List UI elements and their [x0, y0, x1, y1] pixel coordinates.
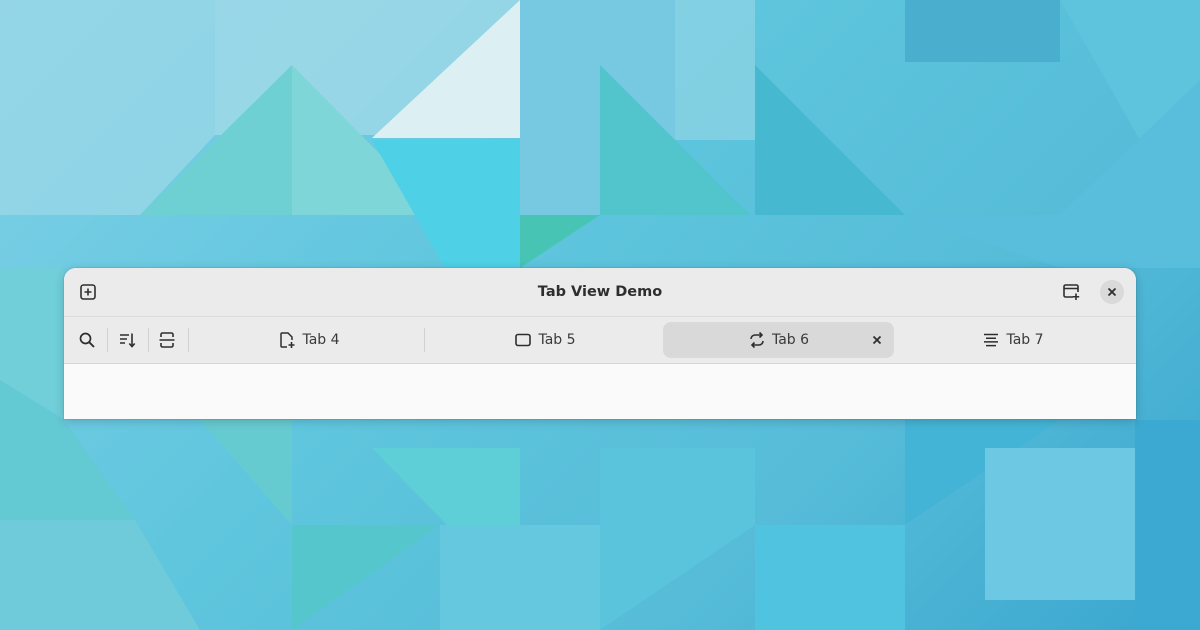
- tab-separator: [424, 328, 425, 352]
- tab-label: Tab 4: [302, 332, 340, 348]
- app-window: Tab View Demo Tab 4 Tab 5 Tab 6 Tab 7: [64, 268, 1136, 419]
- desktop-wallpaper: Tab View Demo Tab 4 Tab 5 Tab 6 Tab 7: [0, 0, 1200, 630]
- tab-bar: Tab 4 Tab 5 Tab 6 Tab 7: [64, 317, 1136, 364]
- text-justify-icon: [982, 331, 1000, 349]
- tab-label: Tab 5: [538, 332, 576, 348]
- tab-new-icon: [80, 284, 96, 300]
- tab-6[interactable]: Tab 6: [663, 322, 894, 358]
- sort-descending-icon: [120, 333, 136, 348]
- new-tab-button[interactable]: [74, 278, 102, 306]
- toolbar-separator: [107, 328, 108, 352]
- tab-close-button[interactable]: [868, 331, 886, 349]
- document-new-icon: [278, 331, 296, 349]
- tab-overview-button[interactable]: [152, 325, 182, 355]
- tab-5[interactable]: Tab 5: [430, 322, 660, 358]
- close-icon: [1107, 287, 1117, 297]
- close-icon: [872, 335, 882, 345]
- search-icon: [79, 332, 95, 348]
- toolbar-separator: [188, 328, 189, 352]
- refresh-icon: [748, 331, 766, 349]
- tab-content-area: [64, 364, 1136, 419]
- tab-label: Tab 7: [1006, 332, 1044, 348]
- search-tabs-button[interactable]: [72, 325, 102, 355]
- monitor-icon: [514, 331, 532, 349]
- tab-7[interactable]: Tab 7: [898, 322, 1128, 358]
- window-new-icon: [1063, 284, 1080, 300]
- sort-tabs-button[interactable]: [112, 325, 142, 355]
- headerbar: Tab View Demo: [64, 268, 1136, 317]
- tab-label: Tab 6: [771, 332, 810, 348]
- window-close-button[interactable]: [1100, 280, 1124, 304]
- window-title: Tab View Demo: [537, 284, 663, 300]
- new-window-button[interactable]: [1057, 278, 1085, 306]
- tab-4[interactable]: Tab 4: [194, 322, 424, 358]
- tab-overview-icon: [159, 332, 175, 348]
- toolbar-separator: [148, 328, 149, 352]
